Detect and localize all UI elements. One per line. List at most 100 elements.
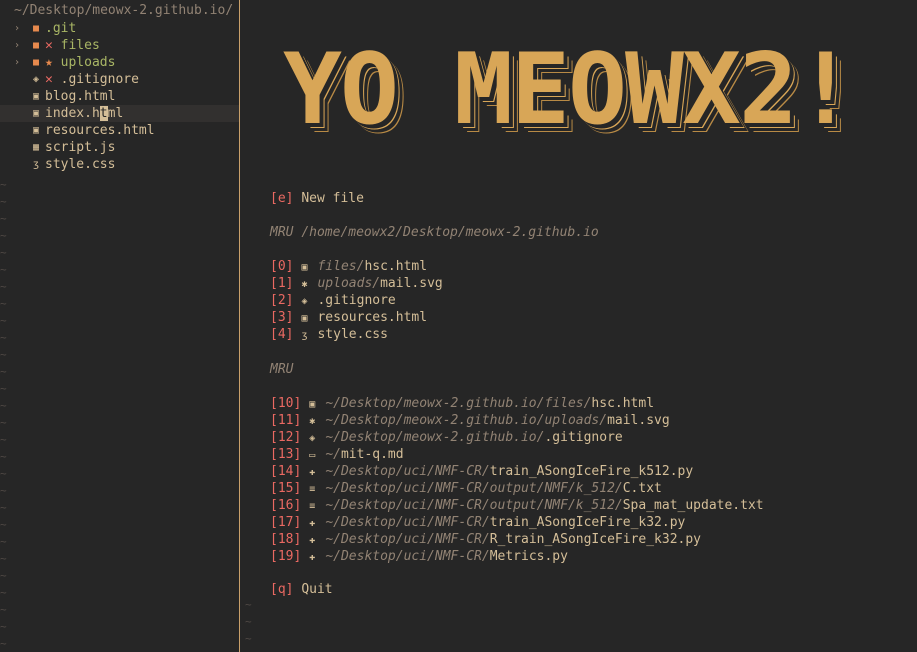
entry-dir: ~/ — [325, 447, 341, 462]
tree-item-gitignore[interactable]: ◈ ✕ .gitignore — [0, 71, 239, 88]
empty-line-markers: ~ ~ ~ ~ ~ ~ ~ ~ ~ ~ ~ ~ ~ ~ ~ ~ ~ ~ ~ ~ ~ ~ ~ ~ ~ ~ ~ ~ — [0, 178, 7, 650]
folder-icon: ■ — [32, 57, 40, 68]
tree-item-files[interactable]: › ■ ✕ files — [0, 37, 239, 54]
file-type-icon: ◈ — [309, 433, 316, 444]
entry-dir: ~/Desktop/uci/NMF-CR/ — [325, 515, 490, 530]
entry-dir: ~/Desktop/uci/NMF-CR/ — [325, 464, 490, 479]
chevron-right-icon[interactable]: › — [14, 54, 20, 71]
entry-dir: ~/Desktop/uci/NMF-CR/ — [325, 532, 490, 547]
entry-dir: ~/Desktop/meowx-2.github.io/ — [325, 430, 545, 445]
file-type-icon: ▭ — [309, 450, 316, 461]
entry-dir: ~/Desktop/uci/NMF-CR/ — [325, 549, 490, 564]
tree-item-label: .gitignore — [60, 72, 139, 87]
html-file-icon: ▣ — [32, 108, 40, 119]
mru-global-item[interactable]: [16] ≡ ~/Desktop/uci/NMF-CR/output/NMF/k_5… — [270, 497, 764, 514]
tree-item-label: resources.html — [45, 123, 155, 138]
css-file-icon: ʒ — [32, 159, 40, 170]
git-untracked-star-icon: ★ — [45, 55, 53, 70]
mru-global-item[interactable]: [12] ◈ ~/Desktop/meowx-2.github.io/.gitign… — [270, 429, 623, 446]
shortcut-key: [14] — [270, 464, 302, 479]
entry-dir: ~/Desktop/uci/NMF-CR/output/NMF/k_512/ — [325, 481, 623, 496]
entry-dir: ~/Desktop/meowx-2.github.io/files/ — [325, 396, 592, 411]
entry-filename: Metrics.py — [489, 549, 568, 564]
entry-dir: ~/Desktop/meowx-2.github.io/uploads/ — [325, 413, 608, 428]
entry-filename: hsc.html — [364, 259, 428, 274]
shortcut-key: [0] — [270, 259, 294, 274]
tree-item-label: style.css — [45, 157, 116, 172]
tree-item-style-css[interactable]: ʒ style.css — [0, 156, 239, 173]
mru-local-item[interactable]: [3] ▣ resources.html — [270, 309, 427, 326]
shortcut-key: [15] — [270, 481, 302, 496]
empty-line-markers-main: ~ ~ ~ — [245, 598, 252, 645]
file-type-icon: ✱ — [301, 279, 308, 290]
chevron-right-icon[interactable]: › — [14, 37, 20, 54]
html-file-icon: ▣ — [32, 125, 40, 136]
quit-entry[interactable]: [q] Quit — [270, 581, 333, 598]
tree-item-label: uploads — [60, 55, 116, 70]
mru-global-item[interactable]: [14] ✚ ~/Desktop/uci/NMF-CR/train_ASongIce… — [270, 463, 693, 480]
tree-item-script-js[interactable]: ▦ script.js — [0, 139, 239, 156]
html-file-icon: ▣ — [32, 91, 40, 102]
file-tree-sidebar: ~/Desktop/meowx-2.github.io/ › ■ .git › … — [0, 0, 240, 652]
tree-item-blog-html[interactable]: ▣ blog.html — [0, 88, 239, 105]
mru-global-item[interactable]: [15] ≡ ~/Desktop/uci/NMF-CR/output/NMF/k_5… — [270, 480, 662, 497]
mru-global-item[interactable]: [17] ✚ ~/Desktop/uci/NMF-CR/train_ASongIce… — [270, 514, 685, 531]
tree-item-resources-html[interactable]: ▣ resources.html — [0, 122, 239, 139]
tree-item-git[interactable]: › ■ .git — [0, 20, 239, 37]
mru-local-item[interactable]: [4] ʒ style.css — [270, 326, 388, 343]
file-type-icon: ▣ — [301, 313, 308, 324]
tree-root-path[interactable]: ~/Desktop/meowx-2.github.io/ — [14, 3, 233, 18]
tree-item-index-html[interactable]: ▣ index.html — [0, 105, 239, 122]
file-type-icon: ▣ — [301, 262, 308, 273]
shortcut-key: [3] — [270, 310, 294, 325]
banner-text: YO MEOWX2! — [283, 33, 855, 147]
entry-filename: mail.svg — [380, 276, 443, 291]
entry-dir: ~/Desktop/uci/NMF-CR/output/NMF/k_512/ — [325, 498, 623, 513]
git-file-icon: ◈ — [32, 74, 40, 85]
entry-filename: hsc.html — [591, 396, 655, 411]
entry-label: New file — [301, 191, 364, 206]
mru-local-item[interactable]: [1] ✱ uploads/mail.svg — [270, 275, 443, 292]
shortcut-key: [13] — [270, 447, 302, 462]
file-type-icon: ≡ — [309, 501, 316, 512]
shortcut-key: [16] — [270, 498, 302, 513]
mru-global-item[interactable]: [13] ▭ ~/mit-q.md — [270, 446, 404, 463]
chevron-right-icon[interactable]: › — [14, 20, 20, 37]
tree-item-label: .git — [45, 21, 77, 36]
file-type-icon: ✚ — [309, 535, 316, 546]
entry-filename: train_ASongIceFire_k32.py — [489, 515, 686, 530]
mru-local-item[interactable]: [2] ◈ .gitignore — [270, 292, 396, 309]
file-type-icon: ʒ — [301, 330, 308, 341]
shortcut-key: [q] — [270, 582, 294, 597]
folder-icon: ■ — [32, 23, 40, 34]
entry-filename: .gitignore — [317, 293, 396, 308]
shortcut-key: [2] — [270, 293, 294, 308]
file-type-icon: ✚ — [309, 552, 316, 563]
mru-global-header: MRU — [270, 362, 294, 377]
tree-item-uploads[interactable]: › ■ ★ uploads — [0, 54, 239, 71]
shortcut-key: [10] — [270, 396, 302, 411]
ascii-banner: YO MEOWX2! — [283, 33, 855, 147]
mru-global-item[interactable]: [11] ✱ ~/Desktop/meowx-2.github.io/uploads… — [270, 412, 670, 429]
shortcut-key: [11] — [270, 413, 302, 428]
file-type-icon: ✚ — [309, 518, 316, 529]
new-file-entry[interactable]: [e] New file — [270, 190, 364, 207]
git-deleted-icon: ✕ — [45, 72, 53, 87]
entry-filename: train_ASongIceFire_k512.py — [489, 464, 694, 479]
js-file-icon: ▦ — [32, 142, 40, 153]
mru-global-item[interactable]: [18] ✚ ~/Desktop/uci/NMF-CR/R_train_ASongI… — [270, 531, 701, 548]
shortcut-key: [18] — [270, 532, 302, 547]
shortcut-key: [17] — [270, 515, 302, 530]
shortcut-key: [4] — [270, 327, 294, 342]
entry-filename: C.txt — [622, 481, 662, 496]
shortcut-key: [19] — [270, 549, 302, 564]
file-type-icon: ✱ — [309, 416, 316, 427]
mru-global-item[interactable]: [10] ▣ ~/Desktop/meowx-2.github.io/files/h… — [270, 395, 654, 412]
git-deleted-icon: ✕ — [45, 38, 53, 53]
shortcut-key: [e] — [270, 191, 294, 206]
entry-filename: resources.html — [317, 310, 428, 325]
tree-item-label: blog.html — [45, 89, 116, 104]
mru-local-item[interactable]: [0] ▣ files/hsc.html — [270, 258, 427, 275]
folder-icon: ■ — [32, 40, 40, 51]
mru-global-item[interactable]: [19] ✚ ~/Desktop/uci/NMF-CR/Metrics.py — [270, 548, 568, 565]
